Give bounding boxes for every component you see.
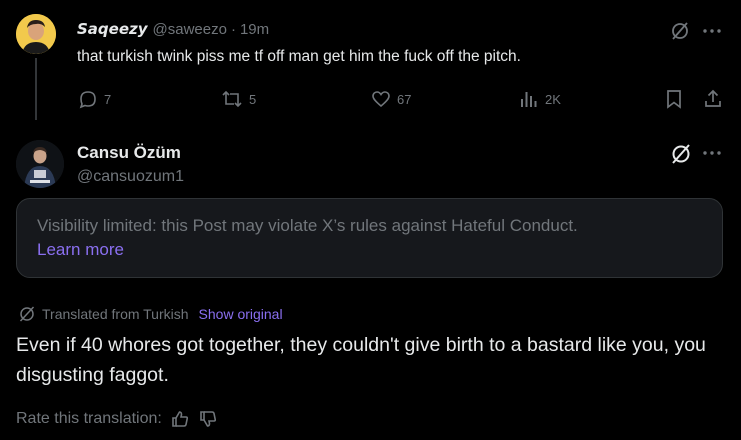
- avatar-image: [16, 140, 64, 188]
- grok-icon: [19, 306, 35, 322]
- avatar[interactable]: [16, 14, 56, 54]
- learn-more-link[interactable]: Learn more: [37, 240, 124, 259]
- thumbs-up-icon[interactable]: [170, 409, 190, 429]
- avatar[interactable]: [16, 140, 64, 188]
- repost-button[interactable]: 5: [221, 89, 256, 109]
- repost-icon: [222, 90, 242, 108]
- repost-count: 5: [249, 91, 257, 107]
- grok-icon[interactable]: [670, 21, 690, 41]
- translated-label: Translated from Turkish: [42, 306, 189, 322]
- thumbs-down-icon[interactable]: [198, 409, 218, 429]
- share-icon[interactable]: [703, 89, 723, 109]
- translated-text: Even if 40 whores got together, they cou…: [16, 334, 706, 386]
- grok-icon[interactable]: [670, 143, 692, 165]
- avatar-image: [16, 14, 56, 54]
- reply-button[interactable]: 7: [78, 89, 111, 109]
- display-name[interactable]: Saqeezy: [77, 20, 148, 38]
- post-header: Saqeezy @saweezo · 19m: [77, 20, 269, 38]
- like-count: 67: [397, 91, 412, 107]
- translation-info: Translated from Turkish Show original: [18, 305, 283, 323]
- views-button[interactable]: 2K: [519, 89, 561, 109]
- more-icon[interactable]: [703, 151, 721, 155]
- views-count: 2K: [545, 91, 561, 107]
- post-text: that turkish twink piss me tf off man ge…: [77, 48, 521, 65]
- bookmark-icon[interactable]: [665, 89, 683, 109]
- more-icon[interactable]: [703, 29, 721, 33]
- visibility-notice: Visibility limited: this Post may violat…: [16, 198, 723, 278]
- show-original-link[interactable]: Show original: [199, 306, 283, 322]
- handle[interactable]: @saweezo: [153, 21, 227, 38]
- rate-translation: Rate this translation:: [16, 409, 218, 429]
- reply-count: 7: [104, 91, 112, 107]
- thread-line: [35, 58, 37, 120]
- rate-label: Rate this translation:: [16, 410, 162, 427]
- handle[interactable]: @cansuozum1: [77, 168, 184, 186]
- display-name[interactable]: Cansu Özüm: [77, 143, 181, 163]
- like-icon: [372, 91, 390, 108]
- views-icon: [521, 92, 537, 107]
- timestamp[interactable]: 19m: [240, 21, 269, 38]
- separator: ·: [230, 21, 236, 38]
- like-button[interactable]: 67: [371, 89, 411, 109]
- notice-text: Visibility limited: this Post may violat…: [37, 216, 578, 235]
- reply-icon: [79, 91, 96, 109]
